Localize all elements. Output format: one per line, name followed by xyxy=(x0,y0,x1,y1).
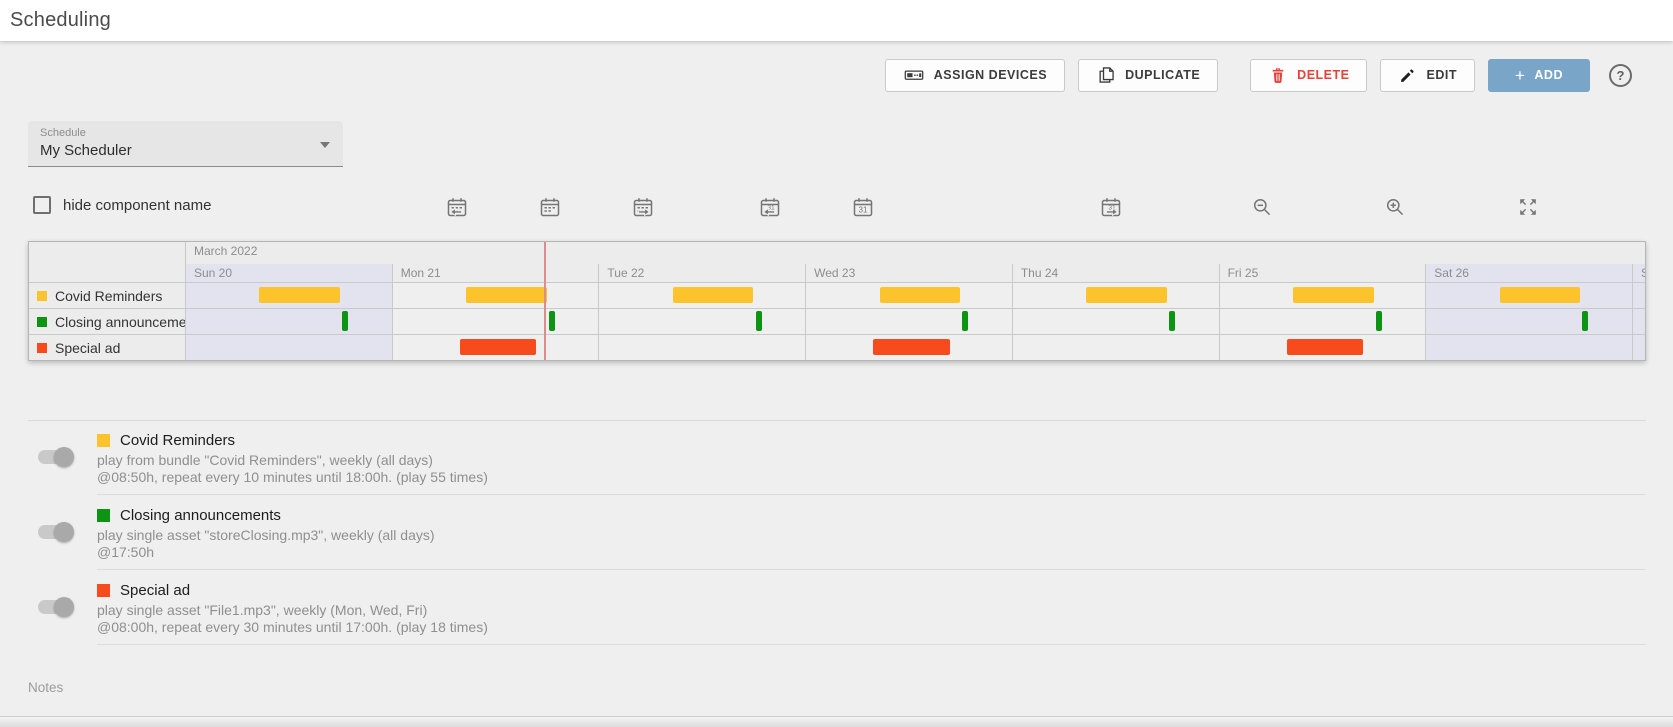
gantt-bar[interactable] xyxy=(673,287,754,303)
hide-component-name-label: hide component name xyxy=(63,197,211,214)
device-icon xyxy=(903,64,925,86)
notes-label: Notes xyxy=(28,680,1646,695)
component-item: Closing announcements play single asset … xyxy=(28,495,1646,570)
component-item: Covid Reminders play from bundle "Covid … xyxy=(28,420,1646,495)
component-color-swatch xyxy=(97,584,110,597)
app-header: Scheduling xyxy=(0,0,1673,41)
toggle-knob xyxy=(54,522,74,542)
gantt-bar[interactable] xyxy=(1169,311,1175,331)
component-desc-line1: play from bundle "Covid Reminders", week… xyxy=(97,452,1646,469)
chevron-down-icon xyxy=(320,142,330,148)
toggle-knob xyxy=(54,447,74,467)
gantt-day-label: Fri 25 xyxy=(1220,264,1426,280)
component-body: Covid Reminders play from bundle "Covid … xyxy=(97,420,1646,495)
gantt-bar[interactable] xyxy=(259,287,340,303)
hide-component-name-checkbox[interactable] xyxy=(33,196,51,214)
component-color-swatch xyxy=(97,434,110,447)
toolbar: ASSIGN DEVICES DUPLICATE DELETE xyxy=(0,58,1632,92)
gantt-bar[interactable] xyxy=(1500,287,1581,303)
svg-text:31: 31 xyxy=(859,206,868,215)
help-icon[interactable]: ? xyxy=(1609,64,1632,87)
edit-button[interactable]: EDIT xyxy=(1380,59,1474,92)
edit-label: EDIT xyxy=(1426,68,1456,82)
plus-icon: + xyxy=(1515,67,1525,84)
pencil-icon xyxy=(1398,66,1417,85)
gantt-row-label: Special ad xyxy=(29,335,185,360)
gantt-day-label: Sat 26 xyxy=(1426,264,1632,280)
gantt-bar[interactable] xyxy=(1293,287,1374,303)
gantt-bar[interactable] xyxy=(342,311,348,331)
row-color-swatch xyxy=(37,317,47,327)
component-body: Closing announcements play single asset … xyxy=(97,495,1646,570)
bottom-strip xyxy=(0,716,1673,727)
gantt-bar[interactable] xyxy=(466,287,547,303)
gantt-bar[interactable] xyxy=(1582,311,1588,331)
gantt-row-label: Covid Reminders xyxy=(29,283,185,308)
gantt-bar[interactable] xyxy=(1086,287,1167,303)
schedule-select-value: My Scheduler xyxy=(40,142,132,159)
gantt-day-label: Thu 24 xyxy=(1013,264,1219,280)
gantt-bar[interactable] xyxy=(873,339,949,355)
component-toggle[interactable] xyxy=(38,525,72,539)
duplicate-label: DUPLICATE xyxy=(1125,68,1200,82)
gantt-bar[interactable] xyxy=(460,339,536,355)
gantt-chart: March 2022 Sun 20Mon 21Tue 22Wed 23Thu 24… xyxy=(28,241,1646,361)
delete-label: DELETE xyxy=(1297,68,1349,82)
component-item: Special ad play single asset "File1.mp3"… xyxy=(28,570,1646,645)
gantt-bar[interactable] xyxy=(756,311,762,331)
duplicate-button[interactable]: DUPLICATE xyxy=(1078,59,1218,92)
zoom-in-icon[interactable] xyxy=(1383,195,1407,219)
current-time-line xyxy=(544,242,546,360)
schedule-forward-icon[interactable] xyxy=(631,195,655,219)
schedule-select[interactable]: Schedule My Scheduler xyxy=(28,121,343,167)
component-title: Special ad xyxy=(120,582,190,599)
gantt-bar[interactable] xyxy=(880,287,961,303)
gantt-bar[interactable] xyxy=(1376,311,1382,331)
add-label: ADD xyxy=(1534,68,1563,82)
row-color-swatch xyxy=(37,291,47,301)
component-desc-line2: @17:50h xyxy=(97,544,1646,561)
component-toggle[interactable] xyxy=(38,450,72,464)
component-body: Special ad play single asset "File1.mp3"… xyxy=(97,570,1646,645)
assign-devices-label: ASSIGN DEVICES xyxy=(934,68,1047,82)
delete-button[interactable]: DELETE xyxy=(1250,59,1367,92)
schedule-back-icon[interactable] xyxy=(445,195,469,219)
schedule-select-label: Schedule xyxy=(40,127,86,139)
gantt-month-label: March 2022 xyxy=(186,242,1645,258)
component-color-swatch xyxy=(97,509,110,522)
component-desc-line2: @08:00h, repeat every 30 minutes until 1… xyxy=(97,619,1646,636)
gantt-day-label: Tue 22 xyxy=(599,264,805,280)
component-toggle[interactable] xyxy=(38,600,72,614)
gantt-day-label: Su xyxy=(1633,264,1645,280)
notes-section: Notes xyxy=(28,680,1646,719)
zoom-out-icon[interactable] xyxy=(1250,195,1274,219)
toggle-knob xyxy=(54,597,74,617)
component-desc-line1: play single asset "File1.mp3", weekly (M… xyxy=(97,602,1646,619)
add-button[interactable]: + ADD xyxy=(1488,59,1590,92)
component-title: Closing announcements xyxy=(120,507,281,524)
schedule-today-icon[interactable] xyxy=(538,195,562,219)
month-back-icon[interactable]: 31 xyxy=(758,195,782,219)
month-today-icon[interactable]: 31 xyxy=(851,195,875,219)
gantt-day-label: Sun 20 xyxy=(186,264,392,280)
gantt-row-label: Closing announcements xyxy=(29,309,185,334)
component-desc-line2: @08:50h, repeat every 10 minutes until 1… xyxy=(97,469,1646,486)
trash-icon xyxy=(1268,65,1288,85)
row-color-swatch xyxy=(37,343,47,353)
fullscreen-icon[interactable] xyxy=(1516,195,1540,219)
month-forward-icon[interactable]: 31 xyxy=(1099,195,1123,219)
gantt-day-label: Wed 23 xyxy=(806,264,1012,280)
component-desc-line1: play single asset "storeClosing.mp3", we… xyxy=(97,527,1646,544)
duplicate-icon xyxy=(1096,65,1116,85)
gantt-bar[interactable] xyxy=(1287,339,1363,355)
gantt-toolbar: hide component name 31 31 31 xyxy=(0,194,1673,222)
component-title: Covid Reminders xyxy=(120,432,235,449)
assign-devices-button[interactable]: ASSIGN DEVICES xyxy=(885,59,1065,92)
gantt-day-label: Mon 21 xyxy=(393,264,599,280)
gantt-bar[interactable] xyxy=(962,311,968,331)
page-title: Scheduling xyxy=(10,9,111,32)
gantt-bar[interactable] xyxy=(549,311,555,331)
